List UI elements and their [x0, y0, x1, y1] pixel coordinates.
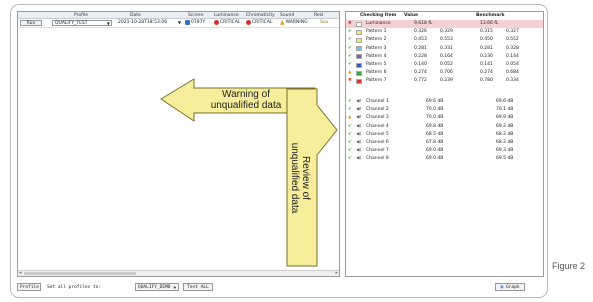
figure-caption: Figure 2 [552, 261, 586, 271]
review-callout-line1: Review of [300, 156, 311, 200]
callout-arrows [160, 78, 338, 267]
review-callout-line2: unqualified data [289, 142, 300, 214]
warning-callout-line1: Warning of [222, 89, 270, 100]
review-callout-text: Review of unqualified data [289, 118, 311, 238]
warning-callout-line2: unqualified data [210, 100, 282, 111]
figure-frame: Profile Date Screen Luminance Chromatici… [10, 4, 548, 298]
warning-callout-text: Warning of unqualified data [183, 89, 309, 111]
